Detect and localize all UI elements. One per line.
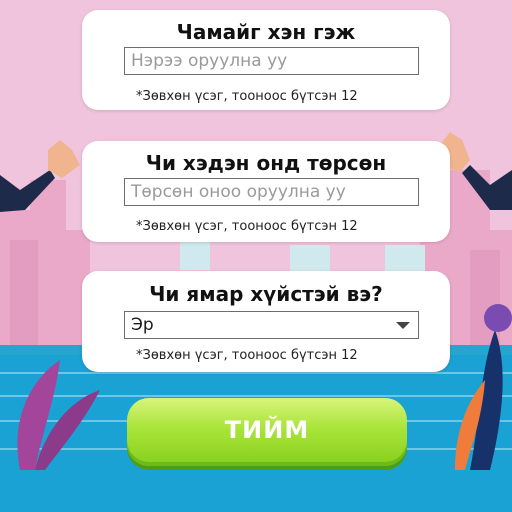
confirm-button[interactable]: ТИЙМ	[127, 398, 407, 466]
birth-year-hint: *Зөвхөн үсэг, тооноос бүтсэн 12	[136, 219, 358, 234]
left-character-arm	[0, 140, 80, 212]
name-input[interactable]: Нэрээ оруулна уу	[124, 47, 419, 75]
gender-hint: *Зөвхөн үсэг, тооноос бүтсэн 12	[136, 348, 358, 363]
right-plant	[455, 304, 512, 470]
birth-year-title: Чи хэдэн онд төрсөн	[145, 151, 387, 175]
name-hint: *Зөвхөн үсэг, тооноос бүтсэн 12	[136, 89, 358, 104]
confirm-button-label: ТИЙМ	[224, 416, 310, 444]
birth-year-card: Чи хэдэн онд төрсөн Төрсөн оноо оруулна …	[82, 141, 450, 242]
name-title: Чамайг хэн гэж	[176, 20, 356, 44]
left-plant	[17, 360, 100, 470]
gender-selected-value: Эр	[131, 315, 154, 335]
chevron-down-icon	[396, 322, 410, 329]
gender-card: Чи ямар хүйстэй вэ? Эр *Зөвхөн үсэг, тоо…	[82, 271, 450, 372]
name-card: Чамайг хэн гэж Нэрээ оруулна уу *Зөвхөн …	[82, 10, 450, 110]
gender-select[interactable]: Эр	[124, 311, 419, 339]
birth-year-input[interactable]: Төрсөн оноо оруулна уу	[124, 178, 419, 206]
gender-title: Чи ямар хүйстэй вэ?	[149, 282, 383, 306]
